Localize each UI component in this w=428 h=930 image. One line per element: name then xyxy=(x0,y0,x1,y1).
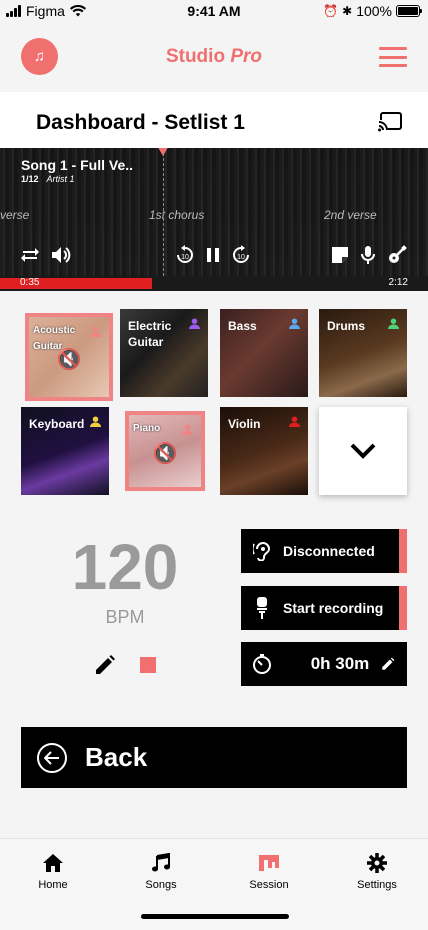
rewind-10-icon[interactable]: 10 xyxy=(174,244,196,266)
marker-1st-chorus[interactable]: 1st chorus xyxy=(149,208,204,222)
track-number: 1/12 xyxy=(21,174,39,184)
battery-icon xyxy=(396,5,422,17)
back-button[interactable]: Back xyxy=(21,727,407,788)
session-timer[interactable]: 0h 30m xyxy=(241,642,407,686)
user-icon xyxy=(189,318,200,329)
connection-button[interactable]: Disconnected xyxy=(241,529,407,573)
back-arrow-icon xyxy=(37,742,67,773)
instrument-tile-keyboard[interactable]: Keyboard xyxy=(21,407,109,495)
progress-bar[interactable]: 0:35 2:12 xyxy=(0,276,428,291)
connection-status: Disconnected xyxy=(283,543,375,559)
instrument-tile-piano[interactable]: Piano 🔇 xyxy=(125,411,205,491)
guitar-icon[interactable] xyxy=(386,244,408,266)
home-indicator xyxy=(141,914,289,919)
tab-songs[interactable]: Songs xyxy=(121,851,201,891)
muted-speaker-icon: 🔇 xyxy=(56,349,82,371)
tab-label: Session xyxy=(249,879,289,891)
instrument-name: Bass xyxy=(228,319,257,333)
user-icon xyxy=(388,318,399,329)
loop-icon[interactable] xyxy=(19,244,41,266)
metronome-stop-button[interactable] xyxy=(140,657,156,673)
instrument-tile-violin[interactable]: Violin xyxy=(220,407,308,495)
bpm-label: BPM xyxy=(105,607,145,627)
tab-settings[interactable]: Settings xyxy=(337,851,417,891)
playhead-line xyxy=(163,148,164,276)
song-title: Song 1 - Full Ve.. xyxy=(21,157,134,173)
chevron-down-icon xyxy=(350,443,376,459)
instrument-tile-acoustic-guitar[interactable]: Acoustic Guitar 🔇 xyxy=(25,313,113,401)
tab-label: Songs xyxy=(145,879,177,891)
microphone-icon[interactable] xyxy=(357,244,379,266)
instrument-tile-bass[interactable]: Bass xyxy=(220,309,308,397)
user-icon xyxy=(289,416,300,427)
user-icon xyxy=(289,318,300,329)
edit-bpm-icon[interactable] xyxy=(94,654,116,676)
marker-2nd-verse[interactable]: 2nd verse xyxy=(324,208,377,222)
expand-instruments-button[interactable] xyxy=(319,407,407,495)
home-icon xyxy=(43,854,63,872)
svg-text:10: 10 xyxy=(181,254,189,261)
instrument-name: Drums xyxy=(327,319,366,333)
instrument-tile-electric-guitar[interactable]: Electric Guitar xyxy=(120,309,208,397)
instrument-tile-drums[interactable]: Drums xyxy=(319,309,407,397)
timer-icon xyxy=(241,654,283,674)
status-indicator xyxy=(399,586,407,630)
pause-icon[interactable] xyxy=(202,244,224,266)
tab-label: Home xyxy=(38,879,68,891)
forward-10-icon[interactable]: 10 xyxy=(230,244,252,266)
song-meta: 1/12 Artist 1 xyxy=(21,174,75,184)
menu-icon[interactable] xyxy=(379,47,407,67)
mic-icon xyxy=(241,597,283,619)
bluetooth-icon: ✱ xyxy=(342,4,353,18)
back-label: Back xyxy=(85,742,148,772)
user-icon xyxy=(182,424,193,435)
instrument-name: Electric Guitar xyxy=(128,319,172,349)
muted-speaker-icon: 🔇 xyxy=(152,443,178,465)
alarm-icon: ⏰ xyxy=(323,4,339,18)
gear-icon xyxy=(367,853,387,873)
dashboard-header: Dashboard - Setlist 1 xyxy=(0,92,428,148)
tab-label: Settings xyxy=(357,879,397,891)
record-label: Start recording xyxy=(283,600,384,616)
user-icon xyxy=(90,326,101,337)
app-header: ♫ Studio Pro xyxy=(0,24,428,92)
hearing-icon xyxy=(241,541,283,561)
instrument-name: Piano xyxy=(133,423,161,434)
volume-icon[interactable] xyxy=(51,244,73,266)
user-icon xyxy=(90,416,101,427)
tab-home[interactable]: Home xyxy=(13,851,93,891)
tab-session[interactable]: Session xyxy=(229,851,309,891)
page-title: Dashboard - Setlist 1 xyxy=(36,111,245,134)
song-player: Song 1 - Full Ve.. 1/12 Artist 1 verse 1s… xyxy=(0,148,428,291)
app-title: Studio Pro xyxy=(165,46,263,67)
total-time: 2:12 xyxy=(388,277,408,288)
elapsed-time: 0:35 xyxy=(20,277,40,288)
marker-verse[interactable]: verse xyxy=(0,208,29,222)
bpm-value: 120 xyxy=(71,531,179,603)
cast-icon[interactable] xyxy=(378,112,402,132)
record-button[interactable]: Start recording xyxy=(241,586,407,630)
status-bar: Figma 9:41 AM ⏰ ✱ 100% xyxy=(0,0,428,24)
playhead-handle[interactable] xyxy=(156,148,170,156)
battery-percent: 100% xyxy=(356,3,392,19)
edit-timer-icon[interactable] xyxy=(381,657,395,671)
music-note-icon xyxy=(152,853,170,872)
instrument-name: Keyboard xyxy=(29,417,85,431)
session-icon xyxy=(259,855,279,871)
note-icon[interactable] xyxy=(329,244,351,266)
instrument-name: Violin xyxy=(228,417,261,431)
artist-name: Artist 1 xyxy=(46,174,75,184)
status-indicator xyxy=(399,529,407,573)
svg-text:10: 10 xyxy=(237,254,245,261)
